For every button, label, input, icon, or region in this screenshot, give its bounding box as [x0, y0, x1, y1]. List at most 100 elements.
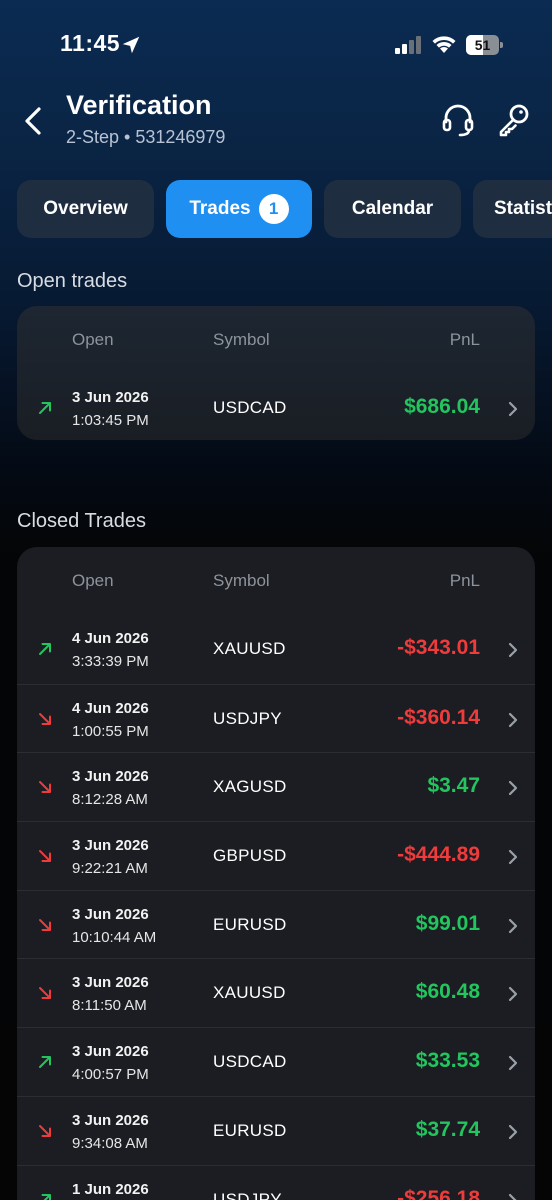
chevron-right-icon — [508, 849, 518, 865]
tab-statistics[interactable]: Statistics — [473, 180, 552, 238]
status-bar: 11:45 51 — [0, 0, 552, 90]
trade-symbol: XAUUSD — [213, 983, 286, 1003]
arrow-up-right-icon — [37, 1054, 53, 1070]
trade-time: 1:00:55 PM — [72, 722, 149, 740]
trade-time: 10:10:44 AM — [72, 928, 157, 946]
arrow-down-right-icon — [37, 779, 53, 795]
page-title: Verification — [66, 90, 212, 120]
trade-pnl: $60.48 — [415, 980, 480, 1004]
trade-time: 3:33:39 PM — [72, 653, 149, 670]
arrow-up-right-icon — [37, 400, 53, 416]
chevron-right-icon — [508, 780, 518, 796]
trade-symbol: XAUUSD — [213, 639, 286, 658]
trade-time: 9:34:08 AM — [72, 1134, 148, 1152]
open-trades-card: Open Symbol PnL 3 Jun 2026 1:03:45 PM USDC… — [17, 306, 535, 440]
trade-date: 3 Jun 2026 — [72, 1111, 149, 1129]
status-time: 11:45 — [60, 30, 121, 56]
trade-pnl: -$360.14 — [397, 705, 480, 729]
chevron-right-icon — [508, 1193, 518, 1200]
trade-time: 4:00:57 PM — [72, 1066, 149, 1084]
column-open: Open — [72, 571, 114, 590]
tab-trades[interactable]: Trades 1 — [166, 180, 312, 238]
chevron-right-icon — [508, 401, 518, 417]
trade-row[interactable]: 3 Jun 2026 9:22:21 AM GBPUSD -$444.89 — [17, 821, 535, 890]
trade-pnl: $37.74 — [415, 1117, 480, 1141]
trade-symbol: USDJPY — [213, 1189, 282, 1200]
arrow-down-right-icon — [37, 848, 53, 864]
location-arrow-icon — [122, 36, 140, 54]
tab-label: Calendar — [351, 198, 434, 219]
wifi-icon — [432, 36, 456, 53]
tab-calendar[interactable]: Calendar — [324, 180, 461, 238]
closed-trades-heading: Closed Trades — [17, 510, 146, 532]
trade-date: 3 Jun 2026 — [72, 768, 149, 786]
trade-row[interactable]: 3 Jun 2026 8:11:50 AM XAUUSD $60.48 — [17, 958, 535, 1027]
trade-row[interactable]: 4 Jun 2026 1:00:55 PM USDJPY -$360.14 — [17, 683, 535, 753]
trade-date: 4 Jun 2026 — [72, 630, 149, 647]
trades-count-badge: 1 — [258, 194, 289, 224]
trade-time: 8:11:50 AM — [72, 997, 147, 1015]
trade-symbol: USDCAD — [213, 1052, 287, 1072]
trade-row[interactable]: 1 Jun 2026 USDJPY -$256.18 — [17, 1164, 535, 1200]
chevron-left-icon[interactable] — [22, 106, 44, 136]
trade-time: 8:12:28 AM — [72, 791, 148, 809]
trade-row[interactable]: 3 Jun 2026 8:12:28 AM XAGUSD $3.47 — [17, 752, 535, 821]
arrow-down-right-icon — [37, 917, 53, 933]
column-open: Open — [72, 330, 114, 349]
key-icon[interactable] — [496, 102, 532, 138]
trade-symbol: XAGUSD — [213, 777, 287, 797]
trade-row[interactable]: 3 Jun 2026 4:00:57 PM USDCAD $33.53 — [17, 1027, 535, 1096]
battery-percentage: 51 — [474, 37, 491, 53]
trade-date: 4 Jun 2026 — [72, 699, 149, 717]
page-subtitle: 2-Step • 531246979 — [66, 127, 226, 147]
trade-date: 3 Jun 2026 — [72, 905, 149, 923]
trade-row[interactable]: 3 Jun 2026 1:03:45 PM USDCAD $686.04 — [17, 374, 535, 440]
trade-date: 3 Jun 2026 — [72, 1043, 149, 1061]
tab-label: Statistics — [494, 198, 552, 219]
chevron-right-icon — [508, 918, 518, 934]
arrow-up-right-icon — [37, 641, 53, 657]
arrow-down-right-icon — [37, 985, 53, 1001]
trade-pnl: -$256.18 — [397, 1186, 480, 1200]
column-pnl: PnL — [449, 330, 480, 349]
tab-overview[interactable]: Overview — [17, 180, 154, 238]
arrow-down-right-icon — [37, 711, 53, 727]
table-header: Open Symbol PnL — [17, 547, 535, 615]
header: Verification 2-Step • 531246979 — [0, 80, 552, 160]
chevron-right-icon — [508, 986, 518, 1002]
trade-date: 3 Jun 2026 — [72, 837, 149, 855]
chevron-right-icon — [508, 642, 518, 658]
tab-label: Trades — [189, 198, 251, 219]
tab-bar: Overview Trades 1 Calendar Statistics — [17, 180, 552, 240]
trade-row[interactable]: 4 Jun 2026 3:33:39 PM XAUUSD -$343.01 — [17, 615, 535, 684]
battery-indicator: 51 — [466, 35, 503, 55]
arrow-up-right-icon — [37, 1192, 53, 1200]
tab-label: Overview — [43, 198, 128, 219]
trade-pnl: $686.04 — [404, 395, 480, 418]
trade-pnl: -$444.89 — [397, 843, 480, 867]
trade-date: 1 Jun 2026 — [72, 1180, 149, 1198]
trade-symbol: USDJPY — [213, 708, 282, 728]
chevron-right-icon — [508, 712, 518, 728]
closed-trades-card: Open Symbol PnL 4 Jun 2026 3:33:39 PM XAUU… — [17, 547, 535, 1200]
arrow-down-right-icon — [37, 1123, 53, 1139]
trade-pnl: -$343.01 — [397, 636, 480, 659]
column-symbol: Symbol — [213, 330, 270, 349]
trade-time: 9:22:21 AM — [72, 860, 148, 878]
open-trades-heading: Open trades — [17, 270, 128, 292]
trade-symbol: USDCAD — [213, 398, 287, 417]
trade-row[interactable]: 3 Jun 2026 10:10:44 AM EURUSD $99.01 — [17, 889, 535, 959]
trade-symbol: GBPUSD — [213, 846, 287, 866]
headset-icon[interactable] — [440, 102, 476, 138]
trade-time: 1:03:45 PM — [72, 412, 149, 429]
chevron-right-icon — [508, 1124, 518, 1140]
trade-date: 3 Jun 2026 — [72, 974, 149, 992]
trade-row[interactable]: 3 Jun 2026 9:34:08 AM EURUSD $37.74 — [17, 1095, 535, 1165]
table-header: Open Symbol PnL — [17, 306, 535, 374]
trade-date: 3 Jun 2026 — [72, 389, 149, 406]
trade-pnl: $3.47 — [427, 774, 480, 798]
cellular-signal-icon — [395, 36, 421, 54]
column-pnl: PnL — [449, 571, 480, 590]
trade-pnl: $99.01 — [415, 911, 480, 935]
column-symbol: Symbol — [213, 571, 270, 590]
